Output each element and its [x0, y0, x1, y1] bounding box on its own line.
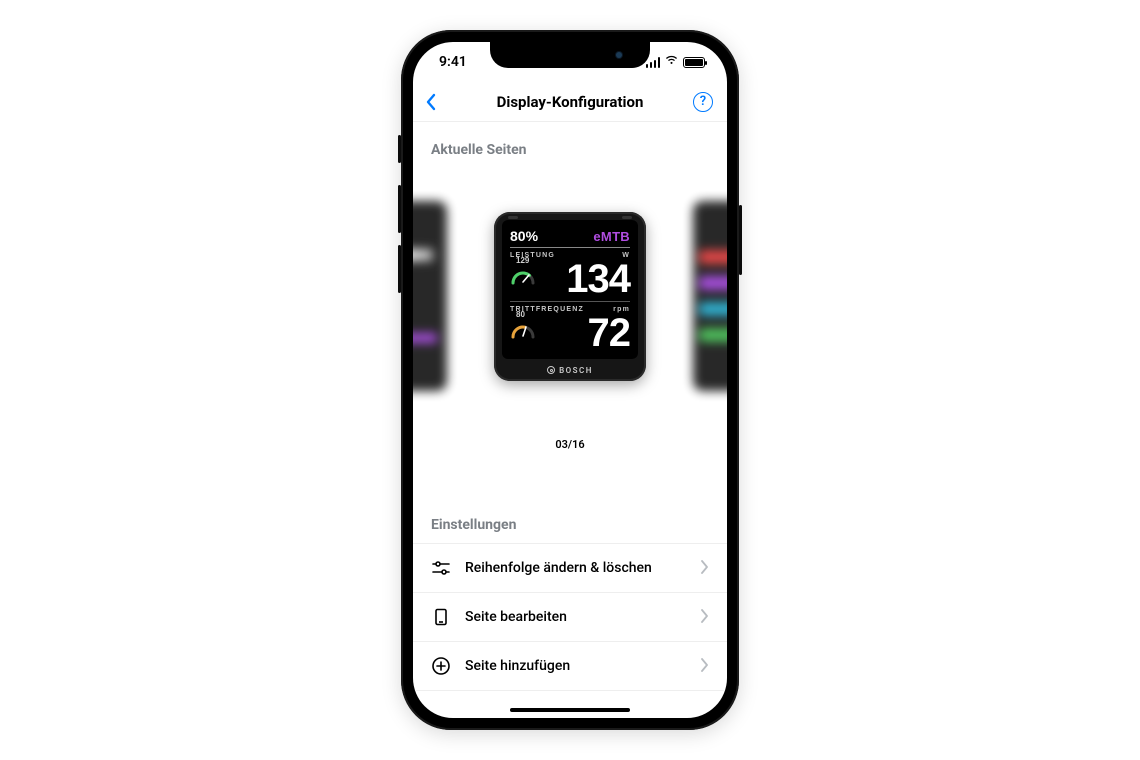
- metric-power: LEISTUNG W 129: [510, 252, 630, 299]
- bosch-logo-icon: [547, 366, 555, 374]
- plus-circle-icon: [431, 656, 451, 676]
- device-brand-label: BOSCH: [559, 366, 593, 375]
- chevron-right-icon: [701, 657, 709, 676]
- settings-item-edit[interactable]: Seite bearbeiten: [413, 593, 727, 642]
- phone-side-button: [398, 245, 401, 293]
- device-preview[interactable]: 80% eMTB LEISTUNG W 129: [494, 212, 646, 381]
- device-mode: eMTB: [593, 229, 630, 244]
- metric-power-value: 134: [542, 259, 630, 299]
- carousel-peek-prev[interactable]: [413, 201, 447, 391]
- battery-icon: [683, 57, 705, 68]
- pages-carousel[interactable]: 80% eMTB LEISTUNG W 129: [413, 166, 727, 426]
- settings-item-label: Reihenfolge ändern & löschen: [465, 560, 687, 576]
- page-icon: [431, 607, 451, 627]
- gauge-icon: 80: [510, 319, 536, 346]
- settings-item-label: Seite bearbeiten: [465, 609, 687, 625]
- back-button[interactable]: [425, 93, 437, 111]
- gauge-icon: 129: [510, 265, 536, 292]
- status-indicators: [646, 54, 706, 70]
- home-indicator[interactable]: [510, 708, 630, 712]
- settings-item-reorder[interactable]: Reihenfolge ändern & löschen: [413, 544, 727, 593]
- phone-side-button: [398, 135, 401, 163]
- sliders-icon: [431, 558, 451, 578]
- page-title: Display-Konfiguration: [497, 93, 644, 111]
- help-button[interactable]: ?: [693, 92, 713, 112]
- device-display: 80% eMTB LEISTUNG W 129: [502, 220, 638, 359]
- navbar: Display-Konfiguration ?: [413, 82, 727, 122]
- carousel-peek-next[interactable]: [693, 201, 727, 391]
- metric-cadence-value: 72: [542, 313, 630, 353]
- status-time: 9:41: [439, 54, 467, 70]
- settings-section: Einstellungen Reihenfolge ändern & lösch…: [413, 455, 727, 691]
- section-title-current-pages: Aktuelle Seiten: [413, 122, 727, 166]
- wifi-icon: [664, 54, 679, 70]
- phone-side-button: [739, 205, 742, 275]
- chevron-right-icon: [701, 559, 709, 578]
- phone-screen: 9:41 Display-Konfiguration ? Aktuelle Se…: [413, 42, 727, 718]
- phone-side-button: [398, 185, 401, 233]
- phone-notch: [490, 42, 650, 68]
- settings-item-label: Seite hinzufügen: [465, 658, 687, 674]
- phone-frame: 9:41 Display-Konfiguration ? Aktuelle Se…: [401, 30, 739, 730]
- metric-power-gauge-value: 129: [516, 256, 529, 265]
- device-brand: BOSCH: [502, 366, 638, 375]
- page-counter: 03/16: [413, 438, 727, 451]
- section-title-settings: Einstellungen: [413, 455, 727, 544]
- device-battery-percent: 80%: [510, 228, 538, 244]
- metric-cadence: TRITTFREQUENZ rpm 80: [510, 306, 630, 353]
- settings-item-add[interactable]: Seite hinzufügen: [413, 642, 727, 691]
- chevron-right-icon: [701, 608, 709, 627]
- metric-cadence-gauge-value: 80: [516, 310, 525, 319]
